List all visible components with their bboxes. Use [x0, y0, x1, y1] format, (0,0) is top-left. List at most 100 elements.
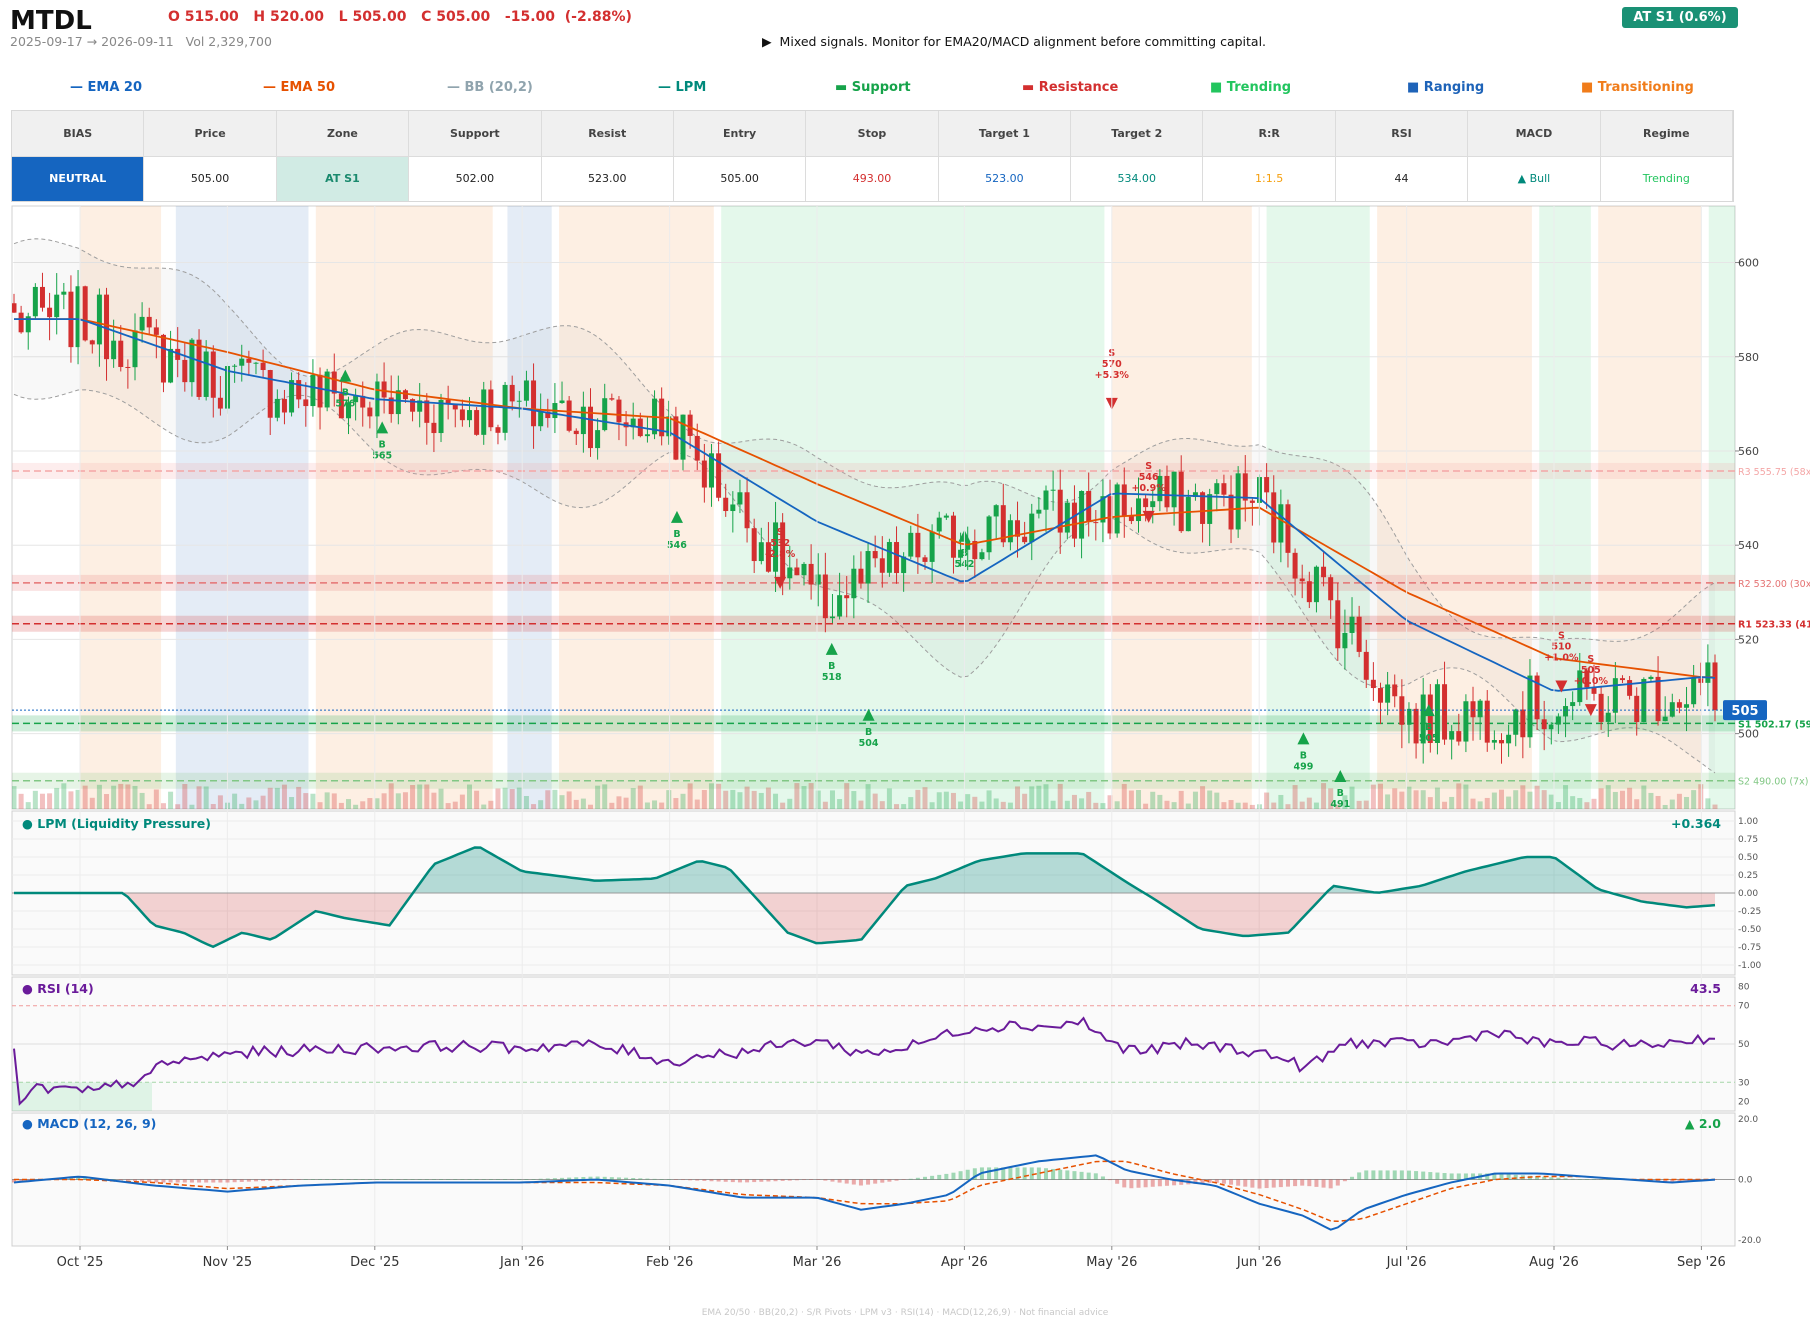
- y-tick-label: 580: [1738, 351, 1759, 364]
- volume-bar: [1321, 783, 1327, 809]
- signal-label: 505: [1419, 733, 1439, 744]
- candle-body: [858, 568, 864, 584]
- macd-histogram-bar: [346, 1179, 351, 1180]
- volume-bar: [118, 783, 124, 809]
- volume-bar: [979, 801, 985, 809]
- macd-histogram-bar: [901, 1179, 906, 1180]
- candle-body: [879, 558, 885, 573]
- volume-bar: [801, 786, 807, 809]
- volume-bar: [431, 792, 437, 809]
- macd-histogram-bar: [161, 1179, 166, 1183]
- y-tick-label: 0.75: [1738, 835, 1758, 845]
- volume-bar: [1299, 801, 1305, 809]
- candle-body: [1520, 709, 1526, 738]
- volume-bar: [1612, 791, 1618, 809]
- candle-body: [160, 334, 166, 383]
- macd-histogram-bar: [930, 1175, 935, 1180]
- macd-histogram-bar: [1357, 1172, 1362, 1180]
- candle-body: [1036, 509, 1042, 514]
- macd-histogram-bar: [453, 1179, 458, 1180]
- volume-bar: [1207, 790, 1213, 809]
- candle-body: [1563, 706, 1569, 717]
- candle-body: [1676, 702, 1682, 708]
- y-tick-label: 0.00: [1738, 889, 1758, 899]
- candle-body: [1228, 494, 1234, 530]
- macd-histogram-bar: [965, 1169, 970, 1180]
- candle-body: [886, 542, 892, 573]
- last-price-label: 505: [1731, 704, 1758, 719]
- volume-bar: [495, 788, 501, 809]
- volume-bar: [82, 785, 88, 809]
- volume-bar: [958, 801, 964, 809]
- candle-body: [12, 303, 17, 313]
- macd-histogram-bar: [439, 1179, 444, 1180]
- candle-body: [96, 294, 102, 345]
- volume-bar: [1598, 788, 1604, 809]
- candle-body: [1214, 483, 1220, 495]
- volume-bar: [132, 785, 138, 809]
- candle-body: [1570, 702, 1576, 707]
- macd-histogram-bar: [638, 1178, 643, 1180]
- candle-body: [1050, 489, 1056, 491]
- volume-bar: [922, 787, 928, 809]
- candle-body: [1143, 498, 1149, 508]
- macd-histogram-bar: [218, 1179, 223, 1183]
- y-tick-label: 0.0: [1738, 1176, 1753, 1186]
- volume-bar: [523, 796, 529, 809]
- candle-body: [1662, 716, 1668, 722]
- signal-label: 518: [822, 672, 842, 683]
- legend-item: ■ Ranging: [1407, 80, 1485, 95]
- volume-bar: [274, 787, 280, 809]
- volume-bar: [360, 801, 366, 809]
- macd-histogram-bar: [211, 1179, 216, 1183]
- x-tick-label: Jan '26: [499, 1255, 544, 1270]
- volume-bar: [424, 784, 430, 809]
- macd-histogram-bar: [481, 1179, 486, 1180]
- candle-body: [787, 567, 793, 579]
- candle-body: [851, 568, 857, 599]
- macd-histogram-bar: [1115, 1179, 1120, 1184]
- candle-body: [1498, 740, 1504, 744]
- candle-body: [1264, 477, 1270, 493]
- signal-label: S: [1587, 654, 1594, 665]
- candle-body: [1093, 522, 1099, 524]
- volume-bar: [1413, 790, 1419, 809]
- table-value-cell: AT S1: [276, 157, 410, 201]
- candle-body: [310, 374, 316, 407]
- volume-bar: [1249, 804, 1255, 809]
- volume-bar: [1399, 791, 1405, 809]
- volume-bar: [1506, 796, 1512, 809]
- candle-body: [459, 409, 465, 421]
- macd-histogram-bar: [616, 1177, 621, 1180]
- macd-histogram-bar: [794, 1179, 799, 1181]
- candle-body: [118, 340, 124, 367]
- candle-body: [723, 497, 729, 512]
- macd-histogram-bar: [1599, 1179, 1604, 1180]
- volume-bar: [1157, 794, 1163, 809]
- candle-body: [936, 517, 942, 532]
- macd-histogram-bar: [1086, 1172, 1091, 1180]
- y-tick-label: 20: [1738, 1097, 1750, 1107]
- macd-histogram-bar: [197, 1179, 202, 1183]
- macd-histogram-bar: [332, 1179, 337, 1180]
- macd-histogram-bar: [609, 1177, 614, 1180]
- volume-bar: [1691, 790, 1697, 809]
- macd-histogram-bar: [1321, 1179, 1326, 1188]
- macd-histogram-bar: [851, 1179, 856, 1185]
- table-value-cell: 534.00: [1071, 157, 1204, 201]
- macd-histogram-bar: [552, 1178, 557, 1180]
- macd-histogram-bar: [261, 1179, 266, 1182]
- macd-histogram-bar: [1314, 1179, 1319, 1187]
- macd-histogram-bar: [1577, 1179, 1582, 1180]
- macd-histogram-bar: [745, 1179, 750, 1183]
- volume-bar: [246, 797, 252, 809]
- macd-histogram-bar: [360, 1179, 365, 1180]
- macd-histogram-bar: [189, 1179, 194, 1183]
- candle-body: [1648, 676, 1654, 679]
- macd-histogram-bar: [303, 1179, 308, 1180]
- macd-histogram-bar: [1442, 1173, 1447, 1180]
- candle-body: [837, 595, 843, 617]
- candle-body: [1128, 516, 1134, 522]
- volume-bar: [1577, 797, 1583, 809]
- volume-bar: [175, 804, 181, 809]
